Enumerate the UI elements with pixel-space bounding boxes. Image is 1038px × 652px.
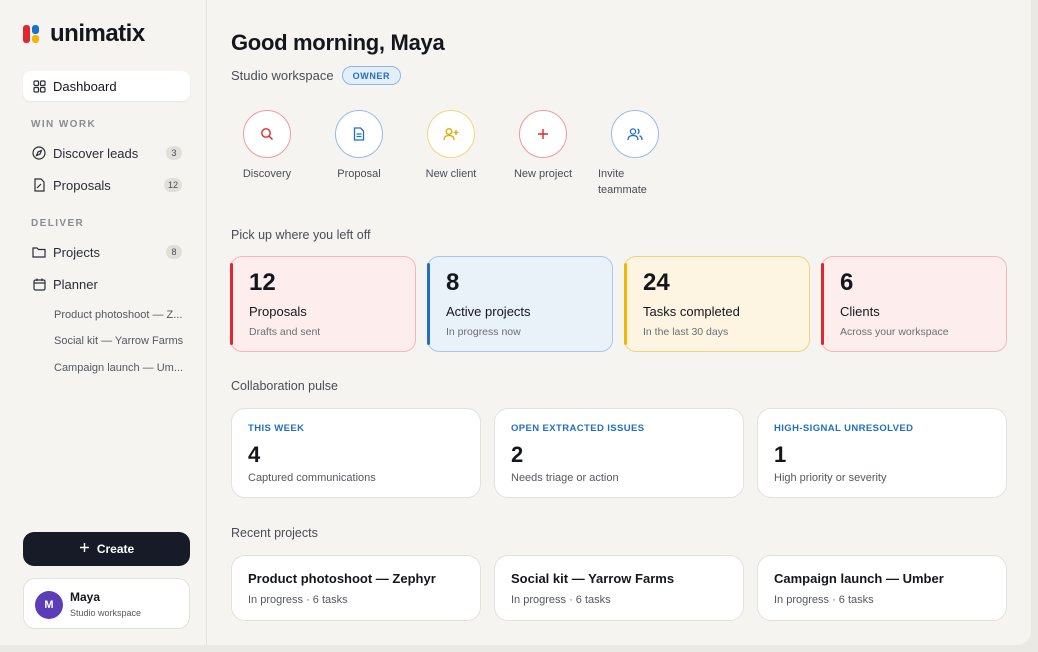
document-edit-icon xyxy=(32,178,46,192)
sidebar: unimatix Dashboard WIN WORK Discover lea… xyxy=(0,0,207,645)
sidebar-item-label: Dashboard xyxy=(53,78,117,94)
quick-action-proposal[interactable]: Proposal xyxy=(319,110,399,182)
plus-icon xyxy=(79,542,90,556)
plus-icon xyxy=(519,110,567,158)
workspace-line: Studio workspace OWNER xyxy=(231,66,402,85)
planner-item[interactable]: Product photoshoot — Z... xyxy=(54,309,184,321)
section-label-deliver: DELIVER xyxy=(31,218,85,229)
sidebar-item-dashboard[interactable]: Dashboard xyxy=(23,71,190,101)
sidebar-item-label: Proposals xyxy=(53,177,111,193)
stat-value: 12 xyxy=(249,269,276,296)
section-title-pickup: Pick up where you left off xyxy=(231,228,371,242)
sidebar-item-label: Discover leads xyxy=(53,145,139,161)
sidebar-item-discover-leads[interactable]: Discover leads 3 xyxy=(23,138,190,168)
pulse-value: 4 xyxy=(248,442,261,467)
pulse-card-high-signal[interactable]: HIGH-SIGNAL UNRESOLVED 1 High priority o… xyxy=(757,408,1007,498)
stat-card-active-projects[interactable]: 8 Active projects In progress now xyxy=(427,256,613,352)
stat-title: Active projects xyxy=(446,304,531,319)
page-title: Good morning, Maya xyxy=(231,30,445,55)
sidebar-item-proposals[interactable]: Proposals 12 xyxy=(23,170,190,200)
pulse-subtitle: Captured communications xyxy=(248,472,376,484)
stat-value: 8 xyxy=(446,269,460,296)
stat-title: Tasks completed xyxy=(643,304,740,319)
compass-icon xyxy=(32,146,46,160)
count-badge: 3 xyxy=(166,146,182,160)
stat-subtitle: In progress now xyxy=(446,326,521,338)
search-icon xyxy=(243,110,291,158)
sidebar-item-label: Projects xyxy=(53,244,100,260)
user-profile-card[interactable]: M Maya Studio workspace xyxy=(23,578,190,629)
project-status: In progress · 6 tasks xyxy=(774,594,874,606)
pulse-value: 1 xyxy=(774,442,787,467)
user-workspace: Studio workspace xyxy=(70,608,142,618)
calendar-icon xyxy=(32,277,46,291)
stat-card-clients[interactable]: 6 Clients Across your workspace xyxy=(821,256,1007,352)
quick-action-new-client[interactable]: New client xyxy=(411,110,491,182)
sidebar-item-planner[interactable]: Planner xyxy=(23,269,190,299)
stat-title: Proposals xyxy=(249,304,307,319)
user-plus-icon xyxy=(427,110,475,158)
section-label-win-work: WIN WORK xyxy=(31,119,97,130)
pulse-value: 2 xyxy=(511,442,524,467)
quick-action-new-project[interactable]: New project xyxy=(503,110,583,182)
section-title-pulse: Collaboration pulse xyxy=(231,379,339,393)
quick-action-invite-teammate[interactable]: Invite teammate xyxy=(595,110,675,198)
user-name: Maya xyxy=(70,590,101,604)
quick-action-label: Proposal xyxy=(337,168,381,180)
section-title-recent: Recent projects xyxy=(231,526,318,540)
create-label: Create xyxy=(96,542,135,556)
grid-icon xyxy=(32,79,46,93)
project-title: Product photoshoot — Zephyr xyxy=(248,571,436,586)
project-title: Social kit — Yarrow Farms xyxy=(511,571,675,586)
pulse-label: THIS WEEK xyxy=(248,423,305,434)
project-card[interactable]: Product photoshoot — Zephyr In progress … xyxy=(231,555,481,621)
project-card[interactable]: Social kit — Yarrow Farms In progress · … xyxy=(494,555,744,621)
app-window: unimatix Dashboard WIN WORK Discover lea… xyxy=(0,0,1031,645)
project-status: In progress · 6 tasks xyxy=(248,594,348,606)
planner-item[interactable]: Social kit — Yarrow Farms xyxy=(54,335,184,347)
count-badge: 12 xyxy=(163,178,182,192)
users-icon xyxy=(611,110,659,158)
quick-action-label: Invite teammate xyxy=(598,168,647,196)
quick-action-label: New client xyxy=(425,168,477,180)
stat-value: 24 xyxy=(643,269,670,296)
stat-card-proposals[interactable]: 12 Proposals Drafts and sent xyxy=(230,256,416,352)
project-status: In progress · 6 tasks xyxy=(511,594,611,606)
document-icon xyxy=(335,110,383,158)
project-card[interactable]: Campaign launch — Umber In progress · 6 … xyxy=(757,555,1007,621)
sidebar-item-label: Planner xyxy=(53,276,98,292)
create-button[interactable]: Create xyxy=(23,532,190,566)
pulse-subtitle: Needs triage or action xyxy=(511,472,619,484)
stat-value: 6 xyxy=(840,269,854,296)
count-badge: 8 xyxy=(166,245,182,259)
pulse-card-open-issues[interactable]: OPEN EXTRACTED ISSUES 2 Needs triage or … xyxy=(494,408,744,498)
stat-subtitle: In the last 30 days xyxy=(643,326,729,338)
stat-subtitle: Drafts and sent xyxy=(249,326,321,338)
planner-item[interactable]: Campaign launch — Um... xyxy=(54,362,184,374)
brand-logo[interactable]: unimatix xyxy=(23,20,145,48)
stat-subtitle: Across your workspace xyxy=(840,326,949,338)
sidebar-item-projects[interactable]: Projects 8 xyxy=(23,237,190,267)
brand-name: unimatix xyxy=(50,20,145,47)
pulse-label: HIGH-SIGNAL UNRESOLVED xyxy=(774,423,914,434)
pulse-card-this-week[interactable]: THIS WEEK 4 Captured communications xyxy=(231,408,481,498)
workspace-name: Studio workspace xyxy=(231,68,334,83)
logo-mark-icon xyxy=(23,23,45,45)
pulse-label: OPEN EXTRACTED ISSUES xyxy=(511,423,645,434)
folder-icon xyxy=(32,245,46,259)
stat-title: Clients xyxy=(840,304,880,319)
quick-action-discovery[interactable]: Discovery xyxy=(227,110,307,182)
stat-card-tasks-completed[interactable]: 24 Tasks completed In the last 30 days xyxy=(624,256,810,352)
quick-action-label: Discovery xyxy=(242,168,292,180)
role-badge: OWNER xyxy=(341,66,402,85)
avatar: M xyxy=(35,591,63,619)
project-title: Campaign launch — Umber xyxy=(774,571,944,586)
pulse-subtitle: High priority or severity xyxy=(774,472,887,484)
quick-action-label: New project xyxy=(513,168,573,180)
